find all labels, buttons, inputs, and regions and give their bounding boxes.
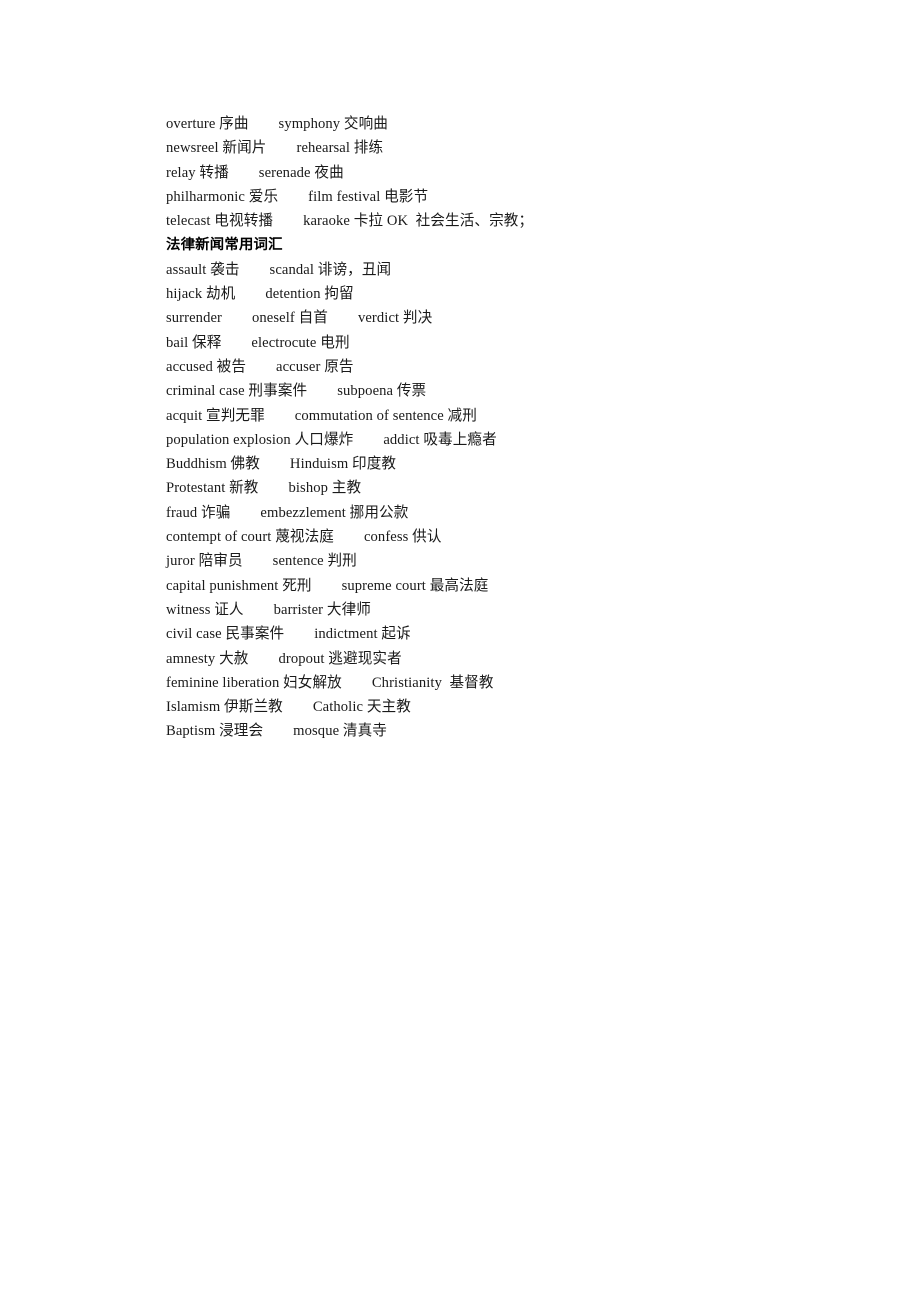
vocab-line: bail 保释 electrocute 电刑 xyxy=(166,334,350,351)
vocab-line: population explosion 人口爆炸 addict 吸毒上瘾者 xyxy=(166,431,497,448)
section-arts-media: overture 序曲 symphony 交响曲 newsreel 新闻片 re… xyxy=(166,112,856,233)
vocab-line: fraud 诈骗 embezzlement 挪用公款 xyxy=(166,504,409,521)
vocab-line: accused 被告 accuser 原告 xyxy=(166,358,354,375)
vocab-line: telecast 电视转播 karaoke 卡拉 OK 社会生活、宗教； xyxy=(166,213,534,230)
vocab-line: contempt of court 蔑视法庭 confess 供认 xyxy=(166,529,442,546)
vocab-line: juror 陪审员 sentence 判刑 xyxy=(166,553,357,570)
vocab-line: amnesty 大赦 dropout 逃避现实者 xyxy=(166,650,402,667)
vocab-line: witness 证人 barrister 大律师 xyxy=(166,601,371,618)
vocab-line: Baptism 浸理会 mosque 清真寺 xyxy=(166,723,387,740)
vocab-line: criminal case 刑事案件 subpoena 传票 xyxy=(166,383,427,400)
vocab-line: assault 袭击 scandal 诽谤，丑闻 xyxy=(166,261,392,278)
vocab-line: acquit 宣判无罪 commutation of sentence 减刑 xyxy=(166,407,477,424)
vocab-line: overture 序曲 symphony 交响曲 xyxy=(166,116,388,132)
vocab-line: capital punishment 死刑 supreme court 最高法庭 xyxy=(166,577,489,594)
section-law-news-vocabulary: 法律新闻常用词汇 assault 袭击 scandal 诽谤，丑闻 hijack… xyxy=(166,233,856,743)
vocab-line: newsreel 新闻片 rehearsal 排练 xyxy=(166,140,384,157)
section-heading: 法律新闻常用词汇 xyxy=(166,237,283,254)
vocab-line: feminine liberation 妇女解放 Christianity 基督… xyxy=(166,674,494,691)
vocab-line: Islamism 伊斯兰教 Catholic 天主教 xyxy=(166,699,411,716)
vocab-line: civil case 民事案件 indictment 起诉 xyxy=(166,626,411,643)
vocab-line: relay 转播 serenade 夜曲 xyxy=(166,164,344,181)
document-page: overture 序曲 symphony 交响曲 newsreel 新闻片 re… xyxy=(0,0,920,1302)
document-text-body: overture 序曲 symphony 交响曲 newsreel 新闻片 re… xyxy=(166,112,856,744)
vocab-line: hijack 劫机 detention 拘留 xyxy=(166,286,354,303)
vocab-line: surrender oneself 自首 verdict 判决 xyxy=(166,310,433,327)
vocab-line: Protestant 新教 bishop 主教 xyxy=(166,480,362,497)
vocab-line: Buddhism 佛教 Hinduism 印度教 xyxy=(166,456,397,473)
vocab-line: philharmonic 爱乐 film festival 电影节 xyxy=(166,188,429,205)
